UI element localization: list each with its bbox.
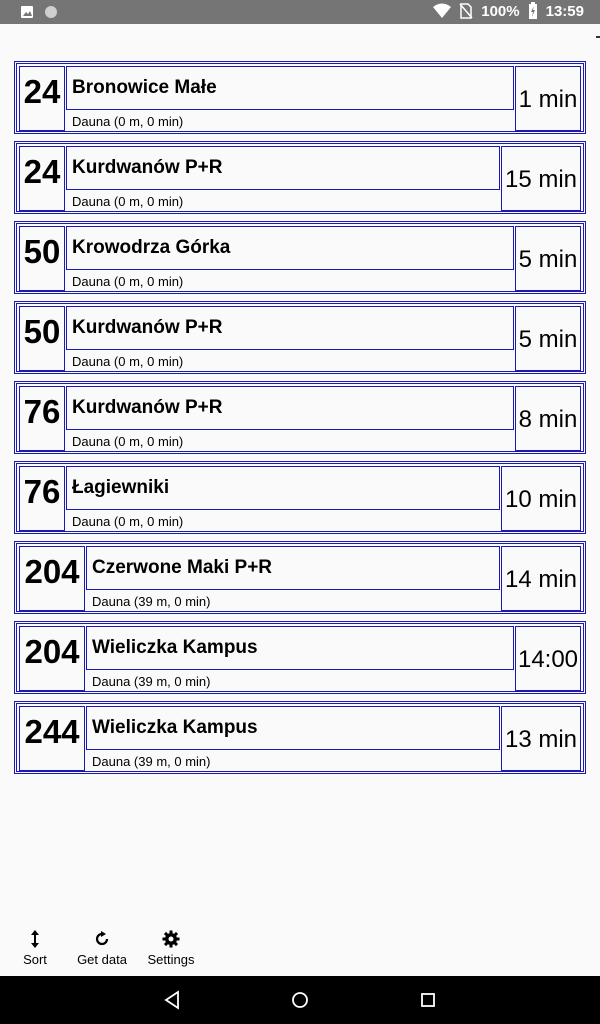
stop-info: Dauna (0 m, 0 min) — [72, 354, 184, 369]
departure-time: 5 min — [515, 226, 581, 291]
circle-icon — [45, 6, 57, 18]
departure-time: 14:00 — [515, 626, 581, 691]
overflow-mark — [596, 36, 600, 38]
stop-info: Dauna (39 m, 0 min) — [92, 674, 211, 689]
departure-row[interactable]: 50 Krowodrza Górka Dauna (0 m, 0 min) 5 min — [14, 221, 586, 294]
clock: 13:59 — [545, 2, 584, 20]
line-number: 76 — [19, 466, 65, 531]
line-number: 204 — [19, 546, 85, 611]
stop-info: Dauna (39 m, 0 min) — [92, 754, 211, 769]
line-number: 24 — [19, 146, 65, 211]
sort-arrows-icon — [22, 930, 48, 952]
sort-label: Sort — [23, 952, 47, 967]
refresh-icon — [76, 930, 128, 952]
departure-time: 14 min — [501, 546, 581, 611]
stop-info: Dauna (0 m, 0 min) — [72, 114, 184, 129]
line-number: 204 — [19, 626, 85, 691]
stop-info: Dauna (0 m, 0 min) — [72, 274, 184, 289]
destination: Kurdwanów P+R — [66, 146, 500, 190]
departure-time: 13 min — [501, 706, 581, 771]
destination: Wieliczka Kampus — [86, 626, 514, 670]
sort-button[interactable]: Sort — [22, 930, 48, 967]
departure-list[interactable]: 24 Bronowice Małe Dauna (0 m, 0 min) 1 min 2… — [14, 61, 586, 781]
departure-time: 1 min — [515, 66, 581, 131]
back-icon[interactable] — [160, 988, 184, 1012]
departure-time: 10 min — [501, 466, 581, 531]
settings-button[interactable]: Settings — [145, 930, 197, 967]
departure-time: 8 min — [515, 386, 581, 451]
destination: Czerwone Maki P+R — [86, 546, 500, 590]
gear-icon — [145, 930, 197, 952]
stop-info: Dauna (0 m, 0 min) — [72, 514, 184, 529]
status-bar: 100% 13:59 — [0, 0, 600, 24]
get-data-button[interactable]: Get data — [76, 930, 128, 967]
battery-charging-icon — [528, 2, 537, 19]
destination: Kurdwanów P+R — [66, 386, 514, 430]
line-number: 50 — [19, 306, 65, 371]
battery-level: 100% — [481, 2, 520, 20]
departure-row[interactable]: 24 Bronowice Małe Dauna (0 m, 0 min) 1 min — [14, 61, 586, 134]
departure-row[interactable]: 76 Kurdwanów P+R Dauna (0 m, 0 min) 8 min — [14, 381, 586, 454]
line-number: 244 — [19, 706, 85, 771]
settings-label: Settings — [147, 952, 195, 967]
destination: Kurdwanów P+R — [66, 306, 514, 350]
departure-row[interactable]: 50 Kurdwanów P+R Dauna (0 m, 0 min) 5 min — [14, 301, 586, 374]
image-icon — [21, 6, 33, 18]
departure-row[interactable]: 204 Wieliczka Kampus Dauna (39 m, 0 min) 14… — [14, 621, 586, 694]
destination: Bronowice Małe — [66, 66, 514, 110]
line-number: 50 — [19, 226, 65, 291]
departure-time: 5 min — [515, 306, 581, 371]
stop-info: Dauna (0 m, 0 min) — [72, 434, 184, 449]
line-number: 24 — [19, 66, 65, 131]
stop-info: Dauna (0 m, 0 min) — [72, 194, 184, 209]
destination: Łagiewniki — [66, 466, 500, 510]
no-sim-icon — [459, 3, 473, 19]
destination: Wieliczka Kampus — [86, 706, 500, 750]
departure-time: 15 min — [501, 146, 581, 211]
line-number: 76 — [19, 386, 65, 451]
bottom-toolbar: Sort Get data Settings — [0, 926, 600, 976]
departure-row[interactable]: 204 Czerwone Maki P+R Dauna (39 m, 0 min) 1… — [14, 541, 586, 614]
stop-info: Dauna (39 m, 0 min) — [92, 594, 211, 609]
wifi-icon — [433, 3, 452, 18]
recents-icon[interactable] — [416, 988, 440, 1012]
get-data-label: Get data — [77, 952, 127, 967]
departure-row[interactable]: 24 Kurdwanów P+R Dauna (0 m, 0 min) 15 min — [14, 141, 586, 214]
navigation-bar — [0, 976, 600, 1024]
departure-row[interactable]: 76 Łagiewniki Dauna (0 m, 0 min) 10 min — [14, 461, 586, 534]
home-icon[interactable] — [288, 988, 312, 1012]
departure-row[interactable]: 244 Wieliczka Kampus Dauna (39 m, 0 min) 13… — [14, 701, 586, 774]
destination: Krowodrza Górka — [66, 226, 514, 270]
